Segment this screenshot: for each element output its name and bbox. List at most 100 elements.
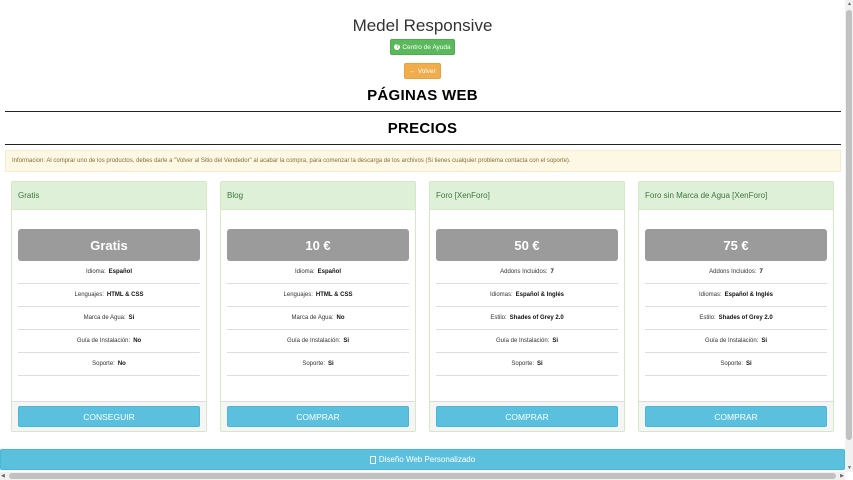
feature-value: Si xyxy=(746,361,752,367)
section-heading-web-pages: PÁGINAS WEB xyxy=(367,87,478,104)
feature-label: Guía de Instalación: xyxy=(286,338,341,344)
scroll-right-icon[interactable]: ▶ xyxy=(840,472,844,480)
plan-price: 10 € xyxy=(227,229,409,261)
plan-price: 75 € xyxy=(645,229,827,261)
arrow-left-icon: ← xyxy=(409,67,416,75)
page: Medel Responsive ? Centro de Ayuda ← Vol… xyxy=(0,0,845,472)
get-button[interactable]: CONSEGUIR xyxy=(18,406,200,427)
feature-value: 7 xyxy=(759,269,763,275)
feature-value: Si xyxy=(761,338,768,344)
plan-feature: Soporte: Si xyxy=(436,353,618,376)
feature-label: Addons Incluidos: xyxy=(709,269,757,275)
feature-value: Español xyxy=(108,269,133,275)
plan-title: Blog xyxy=(221,182,415,210)
horizontal-scrollbar[interactable]: ◀ ▶ xyxy=(0,472,845,480)
feature-label: Idiomas: xyxy=(489,292,513,298)
feature-label: Soporte: xyxy=(720,361,743,367)
plan-feature: Lenguajes: HTML & CSS xyxy=(18,284,200,307)
feature-label: Lenguajes: xyxy=(283,292,313,298)
feature-value: HTML & CSS xyxy=(315,292,353,298)
help-center-label: Centro de Ayuda xyxy=(402,43,451,51)
vertical-scrollbar-thumb[interactable] xyxy=(846,10,852,440)
scroll-down-icon[interactable]: ▼ xyxy=(847,464,852,472)
feature-label: Idioma: xyxy=(294,269,315,275)
back-label: Volver xyxy=(417,67,436,75)
plan-title: Foro [XenForo] xyxy=(430,182,624,210)
plan-card-forum-no-watermark: Foro sin Marca de Agua [XenForo] 75 € Ad… xyxy=(638,181,834,432)
feature-label: Guía de Instalación: xyxy=(704,338,759,344)
plan-card-blog: Blog 10 € Idioma: Español Lenguajes: HTML … xyxy=(220,181,416,432)
scroll-up-icon[interactable]: ▲ xyxy=(847,0,852,8)
plan-card-forum: Foro [XenForo] 50 € Addons Incluidos: 7 I… xyxy=(429,181,625,432)
feature-label: Soporte: xyxy=(92,361,115,367)
section-heading-prices: PRECIOS xyxy=(387,120,458,137)
plan-feature: Guía de Instalación: No xyxy=(18,330,200,353)
plan-feature: Idioma: Español xyxy=(227,261,409,284)
feature-value: Si xyxy=(552,338,559,344)
vertical-scrollbar[interactable]: ▲ ▼ xyxy=(845,0,853,472)
feature-value: Si xyxy=(537,361,543,367)
feature-value: Español & Inglés xyxy=(724,292,774,298)
feature-value: Si xyxy=(328,361,334,367)
plan-feature: Marca de Agua: No xyxy=(227,307,409,330)
feature-label: Estilo: xyxy=(490,315,507,321)
plan-price: 50 € xyxy=(436,229,618,261)
feature-label: Guía de Instalación: xyxy=(76,338,131,344)
feature-label: Idiomas: xyxy=(698,292,722,298)
info-alert-text: Informacion: Al comprar uno de los produ… xyxy=(12,158,571,164)
plan-feature: Soporte: No xyxy=(18,353,200,376)
back-button[interactable]: ← Volver xyxy=(404,63,441,79)
plan-feature: Guía de Instalación: Si xyxy=(436,330,618,353)
feature-label: Addons Incluidos: xyxy=(500,269,548,275)
info-alert: Informacion: Al comprar uno de los produ… xyxy=(5,150,841,172)
feature-label: Guía de Instalación: xyxy=(495,338,550,344)
plan-feature: Idiomas: Español & Inglés xyxy=(436,284,618,307)
plan-feature: Estilo: Shades of Grey 2.0 xyxy=(436,307,618,330)
plan-price: Gratis xyxy=(18,229,200,261)
feature-label: Idioma: xyxy=(85,269,106,275)
plan-feature: Idioma: Español xyxy=(18,261,200,284)
help-center-button[interactable]: ? Centro de Ayuda xyxy=(390,39,455,55)
custom-web-design-button[interactable]: Diseño Web Personalizado xyxy=(0,449,845,470)
feature-label: Soporte: xyxy=(511,361,534,367)
plan-feature: Guía de Instalación: Si xyxy=(645,330,827,353)
plan-feature: Soporte: Si xyxy=(645,353,827,376)
divider xyxy=(5,144,841,145)
feature-value: HTML & CSS xyxy=(106,292,144,298)
horizontal-scrollbar-thumb[interactable] xyxy=(9,473,836,479)
feature-label: Lenguajes: xyxy=(74,292,104,298)
plan-feature: Guía de Instalación: Si xyxy=(227,330,409,353)
feature-label: Soporte: xyxy=(302,361,325,367)
feature-value: Si xyxy=(128,315,135,321)
custom-web-design-label: Diseño Web Personalizado xyxy=(378,455,476,464)
feature-label: Marca de Agua: xyxy=(291,315,334,321)
scroll-left-icon[interactable]: ◀ xyxy=(1,472,5,480)
file-icon xyxy=(369,455,376,464)
plan-feature: Estilo: Shades of Grey 2.0 xyxy=(645,307,827,330)
plan-feature: Soporte: Si xyxy=(227,353,409,376)
buy-button[interactable]: COMPRAR xyxy=(227,406,409,427)
plan-card-gratis: Gratis Gratis Idioma: Español Lenguajes: H… xyxy=(11,181,207,432)
feature-label: Estilo: xyxy=(699,315,716,321)
feature-value: No xyxy=(336,315,345,321)
feature-value: Si xyxy=(343,338,350,344)
feature-value: No xyxy=(133,338,142,344)
plan-feature: Addons Incluidos: 7 xyxy=(645,261,827,284)
feature-value: Español xyxy=(317,269,342,275)
plan-feature: Addons Incluidos: 7 xyxy=(436,261,618,284)
feature-value: Español & Inglés xyxy=(515,292,565,298)
feature-value: Shades of Grey 2.0 xyxy=(509,315,564,321)
question-circle-icon: ? xyxy=(394,44,401,50)
feature-value: 7 xyxy=(550,269,554,275)
divider xyxy=(5,111,841,112)
site-title: Medel Responsive xyxy=(352,16,493,35)
plan-title: Gratis xyxy=(12,182,206,210)
feature-label: Marca de Agua: xyxy=(83,315,126,321)
plan-title: Foro sin Marca de Agua [XenForo] xyxy=(639,182,833,210)
plan-feature: Idiomas: Español & Inglés xyxy=(645,284,827,307)
buy-button[interactable]: COMPRAR xyxy=(436,406,618,427)
buy-button[interactable]: COMPRAR xyxy=(645,406,827,427)
plan-feature: Marca de Agua: Si xyxy=(18,307,200,330)
feature-value: No xyxy=(117,361,126,367)
plan-feature: Lenguajes: HTML & CSS xyxy=(227,284,409,307)
